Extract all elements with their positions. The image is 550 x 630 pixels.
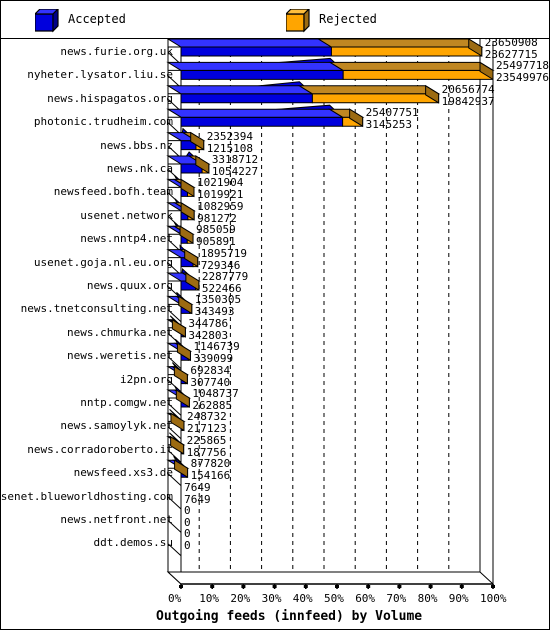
category-label: news.furie.org.uk: [60, 45, 173, 58]
accepted-value-label: 225865: [186, 433, 227, 447]
rejected-value-label: 342803: [188, 328, 229, 342]
category-label: news.samoylyk.net: [60, 419, 173, 433]
rejected-value-label: 905891: [196, 235, 236, 249]
category-label: ddt.demos.su: [93, 536, 173, 550]
accepted-value-label: 1021904: [196, 176, 244, 190]
rejected-value-label: 0: [184, 516, 191, 529]
category-label: news.netfront.net: [60, 513, 173, 526]
rejected-value-label: 187756: [186, 445, 227, 459]
x-axis-title: Outgoing feeds (innfeed) by Volume: [156, 609, 423, 624]
chart-window: Accepted Rejected news.furie.org.uk nyhet…: [0, 0, 550, 630]
x-tick-label: 90%: [448, 592, 469, 605]
x-tick-label: 20%: [230, 592, 251, 605]
accepted-value-label: 692834: [190, 363, 231, 377]
legend-label-accepted: Accepted: [68, 12, 126, 26]
category-label: usenet.network: [80, 208, 173, 222]
rejected-value-label: 1019921: [196, 188, 244, 202]
accepted-value-label: 2287779: [201, 270, 249, 283]
rejected-value-label: 339099: [193, 352, 234, 366]
x-tick-label: 0%: [168, 592, 182, 605]
x-tick-label: 30%: [261, 592, 282, 605]
category-label: news.chmurka.net: [67, 325, 173, 339]
legend-label-rejected: Rejected: [319, 12, 377, 26]
x-tick-label: 100%: [480, 592, 507, 605]
accepted-value-label: 2352394: [206, 129, 254, 143]
rejected-value-label: 307740: [190, 375, 231, 389]
x-tick-label: 80%: [417, 592, 438, 605]
x-tick-label: 50%: [324, 592, 344, 605]
accepted-value-label: 1350305: [194, 293, 242, 307]
category-label: news.bbs.nz: [100, 138, 173, 152]
category-label: news.corradoroberto.it: [27, 442, 173, 456]
x-tick-label: 40%: [292, 592, 313, 605]
accepted-value-label: 23650908: [484, 36, 538, 49]
accepted-value-label: 1146739: [193, 340, 240, 354]
category-label: news.tnetconsulting.net: [20, 302, 173, 316]
rejected-value-label: 19842937: [441, 94, 495, 108]
accepted-value-label: 985059: [196, 223, 236, 237]
rejected-value-label: 7649: [184, 492, 211, 506]
chart-plot-area: news.furie.org.uk nyheter.lysator.liu.se n…: [0, 36, 549, 629]
rejected-value-label: 1215108: [206, 141, 254, 155]
category-label: newsfeed.xs3.de: [73, 466, 173, 480]
rejected-value-label: 154166: [190, 469, 231, 483]
accepted-value-label: 248732: [186, 410, 227, 424]
accepted-value-label: 20656774: [441, 82, 495, 96]
accepted-value-label: 25407751: [365, 106, 419, 120]
rejected-value-label: 343493: [194, 305, 235, 319]
accepted-value-label: 25497718: [496, 59, 549, 73]
x-tick-label: 70%: [386, 592, 407, 605]
category-label: news.nk.ca: [106, 162, 173, 175]
x-tick-label: 10%: [199, 592, 220, 605]
rejected-value-label: 729346: [200, 258, 241, 272]
rejected-value-label: 0: [184, 539, 191, 553]
accepted-value-label: 344786: [188, 316, 229, 330]
category-label: i2pn.org: [120, 372, 173, 386]
accepted-value-label: 1048737: [192, 387, 239, 400]
rejected-value-label: 217123: [186, 422, 227, 436]
x-tick-label: 60%: [355, 592, 376, 605]
category-label: news.quux.org: [86, 279, 173, 292]
chart-legend: Accepted Rejected: [1, 1, 549, 39]
rejected-value-label: 522466: [201, 282, 242, 295]
accepted-value-label: 0: [184, 527, 191, 541]
rejected-value-label: 981272: [197, 211, 237, 225]
rejected-value-label: 23627715: [484, 48, 538, 61]
accepted-value-label: 1895719: [200, 246, 248, 260]
rejected-color-swatch-icon: [286, 9, 310, 33]
accepted-value-label: 7649: [184, 480, 211, 494]
accepted-value-label: 3318712: [211, 153, 259, 166]
category-label: nntp.comgw.net: [80, 396, 173, 409]
accepted-value-label: 877820: [190, 457, 231, 471]
category-label: photonic.trudheim.com: [33, 115, 173, 129]
rejected-value-label: 23549976: [496, 71, 549, 85]
accepted-value-label: 0: [184, 504, 191, 517]
category-label: usenet.blueworldhosting.com: [0, 489, 173, 503]
category-label: usenet.goja.nl.eu.org: [33, 255, 173, 269]
category-label: newsfeed.bofh.team: [53, 185, 173, 199]
accepted-color-swatch-icon: [35, 9, 59, 33]
category-label: news.weretis.net: [67, 349, 173, 363]
rejected-value-label: 3145253: [365, 118, 412, 132]
category-label: nyheter.lysator.liu.se: [27, 68, 173, 82]
rejected-value-label: 1054227: [211, 165, 259, 178]
category-label: news.hispagatos.org: [47, 91, 173, 105]
rejected-value-label: 262885: [192, 399, 233, 412]
category-label: news.nntp4.net: [80, 232, 173, 246]
accepted-value-label: 1082959: [197, 199, 244, 213]
